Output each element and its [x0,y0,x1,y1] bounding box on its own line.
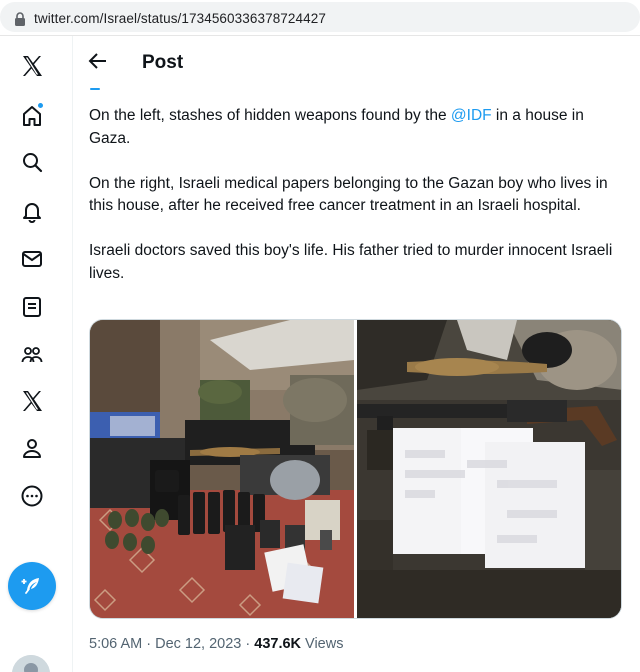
post-time[interactable]: 5:06 AM [89,636,142,652]
tweet-media [89,319,622,619]
media-photo-weapons[interactable] [90,320,354,618]
sidebar-nav [0,36,64,672]
post-header: Post [73,36,640,86]
default-avatar-icon [12,655,50,672]
profile-icon[interactable] [18,434,46,462]
mention-link[interactable]: @IDF [451,107,492,124]
media-photo-papers[interactable] [357,320,621,618]
communities-icon[interactable] [18,341,46,369]
compose-button[interactable] [8,562,56,610]
post-date[interactable]: Dec 12, 2023 [155,636,241,652]
header-accent-line [90,88,100,90]
x-logo-icon[interactable] [18,52,46,80]
page-title: Post [142,52,184,73]
explore-icon[interactable] [18,148,46,176]
views-label: Views [301,636,344,652]
main-column: Post On the left, stashes of hidden weap… [72,36,640,672]
tweet-paragraph-3: Israeli doctors saved this boy's life. H… [89,242,613,282]
tweet-paragraph-1: On the left, stashes of hidden weapons f… [89,107,584,147]
messages-icon[interactable] [18,245,46,273]
notification-dot [37,102,44,109]
lock-icon [15,12,25,26]
papers-photo [357,320,621,618]
weapons-photo [90,320,354,618]
url-text: twitter.com/Israel/status/17345603363787… [34,11,326,26]
more-icon[interactable] [18,482,46,510]
address-field[interactable]: twitter.com/Israel/status/17345603363787… [0,2,640,32]
account-avatar[interactable] [12,655,50,672]
tweet-text: On the left, stashes of hidden weapons f… [89,105,629,308]
premium-icon[interactable] [18,387,46,415]
post-meta: 5:06 AM · Dec 12, 2023 · 437.6K Views [89,636,344,652]
views-count[interactable]: 437.6K [254,636,301,652]
compose-feather-icon [21,578,39,594]
tweet-paragraph-2: On the right, Israeli medical papers bel… [89,174,608,215]
browser-url-bar: twitter.com/Israel/status/17345603363787… [0,0,640,36]
lists-icon[interactable] [18,293,46,321]
home-icon[interactable] [18,102,46,130]
back-arrow-icon[interactable] [87,50,109,72]
notifications-icon[interactable] [18,197,46,225]
